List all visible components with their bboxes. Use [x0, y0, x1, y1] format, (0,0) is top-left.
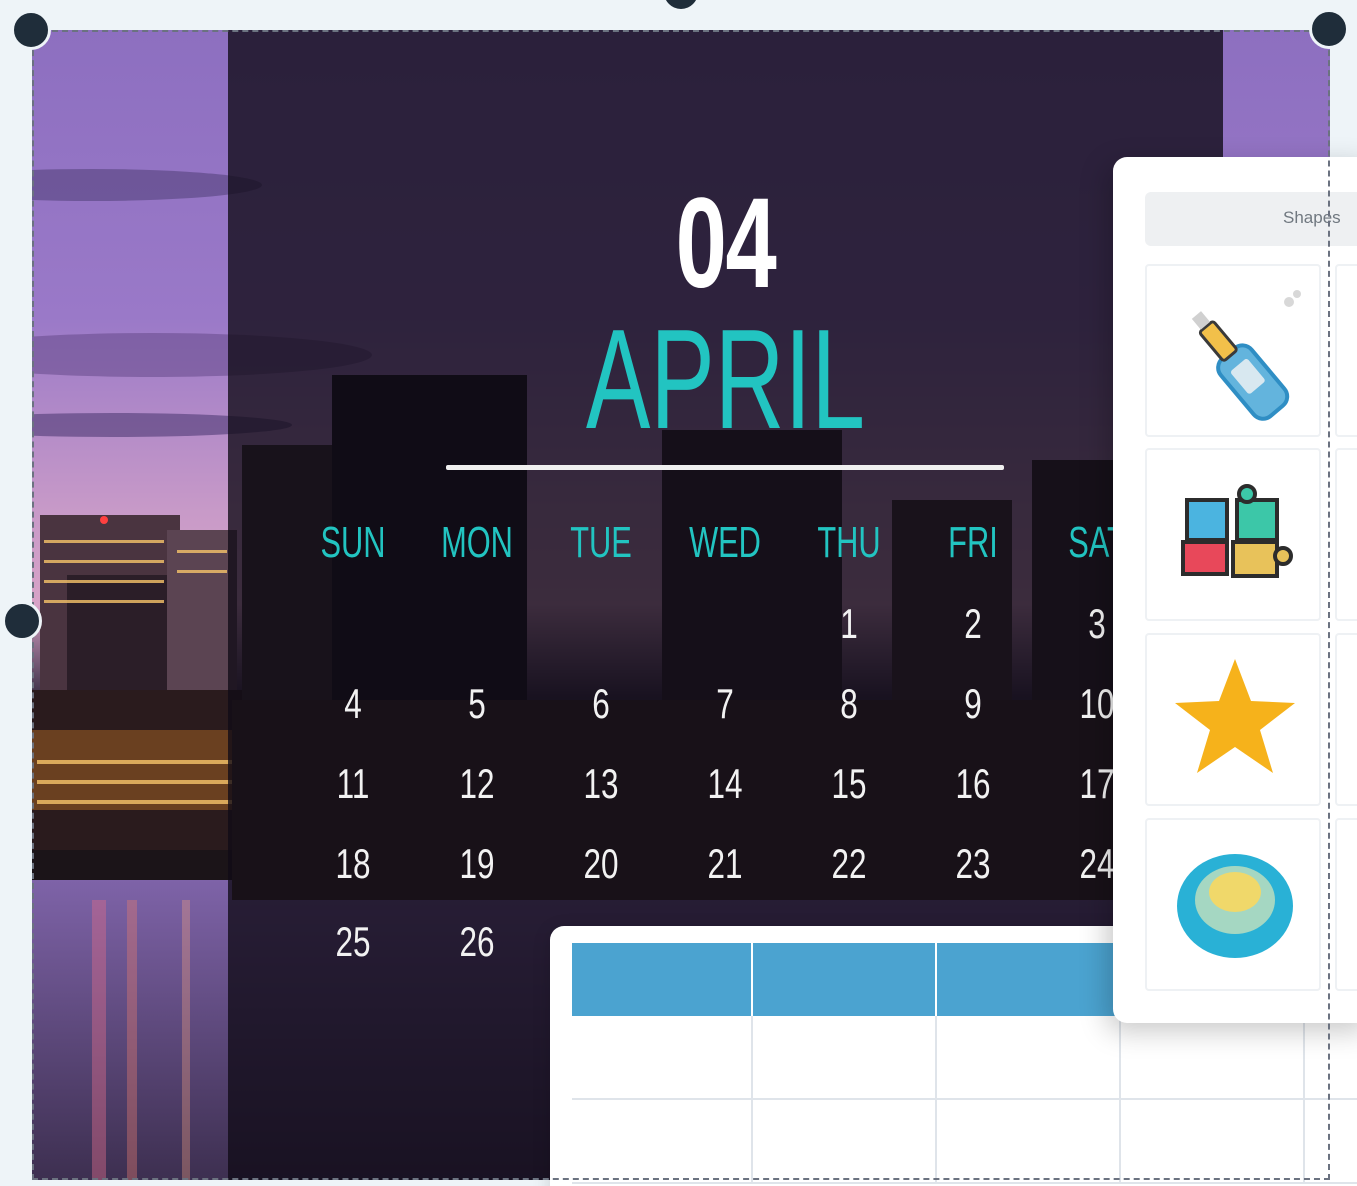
shape-tile-champagne[interactable] — [1145, 264, 1321, 437]
day-cell: 16 — [955, 760, 991, 807]
tab-shapes[interactable]: Shapes — [1145, 192, 1357, 246]
table-header-divider — [935, 943, 937, 1016]
table-cell[interactable] — [572, 1016, 753, 1100]
table-cell[interactable] — [1305, 1100, 1357, 1184]
table-cell[interactable] — [937, 1100, 1121, 1184]
resize-handle-top[interactable] — [661, 0, 701, 12]
shape-tile-partial[interactable] — [1335, 633, 1357, 806]
day-cell: 7 — [716, 680, 734, 727]
tab-shapes-label: Shapes — [1283, 208, 1341, 227]
day-cell: 6 — [592, 680, 610, 727]
day-cell: 26 — [459, 918, 495, 965]
puzzle-pieces-icon — [1181, 484, 1293, 578]
shape-tile-star[interactable] — [1145, 633, 1321, 806]
shape-tile-blob[interactable] — [1145, 818, 1321, 991]
divider-line — [446, 465, 1004, 470]
shape-tile-puzzle[interactable] — [1145, 448, 1321, 621]
table-cell[interactable] — [1121, 1016, 1305, 1100]
day-cell: 11 — [336, 760, 370, 807]
day-cell: 12 — [459, 760, 495, 807]
table-cell[interactable] — [1305, 1016, 1357, 1100]
day-cell: 13 — [583, 760, 619, 807]
table-cell[interactable] — [937, 1016, 1121, 1100]
shape-tile-partial[interactable] — [1335, 448, 1357, 621]
day-cell: 15 — [831, 760, 867, 807]
weekday-label: FRI — [948, 518, 998, 567]
day-cell: 5 — [468, 680, 486, 727]
day-cell: 23 — [955, 840, 991, 887]
day-cell: 8 — [840, 680, 858, 727]
day-cell: 18 — [335, 840, 371, 887]
day-cell: 4 — [344, 680, 362, 727]
month-number: 04 — [675, 172, 777, 315]
day-cell: 21 — [707, 840, 743, 887]
star-icon — [1175, 659, 1295, 773]
day-cell: 14 — [707, 760, 743, 807]
resize-handle-left[interactable] — [2, 601, 42, 641]
table-cell[interactable] — [1121, 1100, 1305, 1184]
day-cell: 25 — [335, 918, 371, 965]
resize-handle-top-left[interactable] — [11, 10, 51, 50]
shape-tile-partial[interactable] — [1335, 264, 1357, 437]
weekday-label: WED — [689, 518, 761, 567]
weekday-label: SUN — [320, 518, 386, 567]
day-cell: 20 — [583, 840, 619, 887]
weekday-label: TUE — [570, 518, 632, 567]
circle-blob-icon — [1177, 854, 1293, 958]
day-cell: 9 — [964, 680, 982, 727]
day-cell: 19 — [459, 840, 495, 887]
day-cell: 2 — [964, 600, 982, 647]
weekday-label: MON — [441, 518, 513, 567]
table-cell[interactable] — [753, 1016, 937, 1100]
day-cell: 22 — [831, 840, 867, 887]
shape-tile-partial[interactable] — [1335, 818, 1357, 991]
resize-handle-top-right[interactable] — [1309, 9, 1349, 49]
table-header-divider — [751, 943, 753, 1016]
champagne-bottle-icon — [1191, 290, 1301, 421]
month-name: APRIL — [585, 300, 866, 459]
table-cell[interactable] — [753, 1100, 937, 1184]
table-cell[interactable] — [572, 1100, 753, 1184]
weekday-label: THU — [817, 518, 881, 567]
day-cell: 1 — [840, 600, 858, 647]
